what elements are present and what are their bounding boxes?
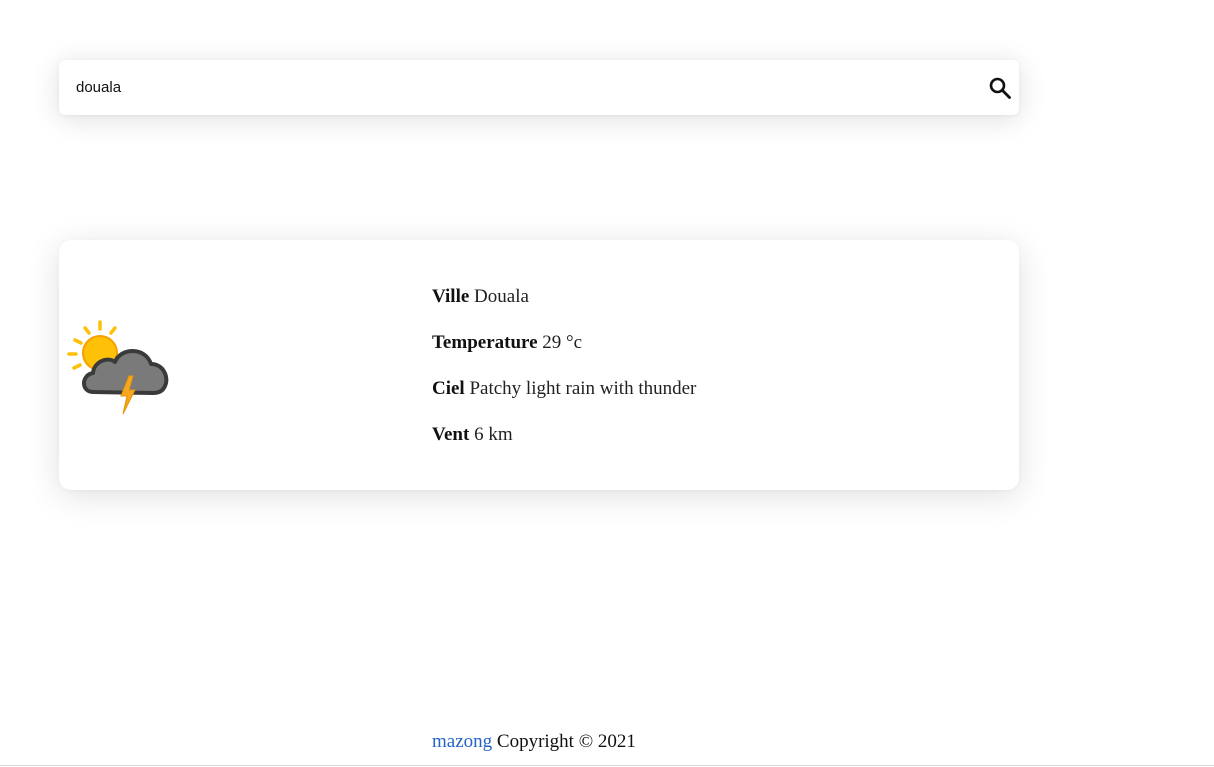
cloud-sun-thunder-icon — [67, 320, 169, 415]
copyright-text: Copyright © 2021 — [496, 731, 636, 752]
search-icon — [989, 77, 1011, 99]
city-row: Ville Douala — [432, 286, 696, 308]
wind-label: Vent — [432, 424, 470, 445]
weather-info: Ville Douala Temperature 29 °c Ciel Patc… — [432, 286, 696, 470]
bottom-divider — [0, 765, 1214, 766]
sky-row: Ciel Patchy light rain with thunder — [432, 378, 696, 400]
footer: mazong Copyright © 2021 — [432, 731, 636, 753]
footer-link[interactable]: mazong — [432, 731, 492, 752]
sky-label: Ciel — [432, 378, 465, 399]
temperature-label: Temperature — [432, 332, 538, 353]
search-input[interactable] — [76, 60, 896, 115]
search-button[interactable] — [980, 74, 1020, 102]
wind-value: 6 km — [474, 424, 513, 445]
temperature-value: 29 °c — [542, 332, 583, 353]
temperature-row: Temperature 29 °c — [432, 332, 696, 354]
sky-value: Patchy light rain with thunder — [469, 378, 697, 399]
wind-row: Vent 6 km — [432, 424, 696, 446]
city-value: Douala — [474, 286, 529, 307]
city-label: Ville — [432, 286, 470, 307]
search-bar — [59, 60, 1019, 115]
weather-card: Ville Douala Temperature 29 °c Ciel Patc… — [59, 240, 1019, 490]
